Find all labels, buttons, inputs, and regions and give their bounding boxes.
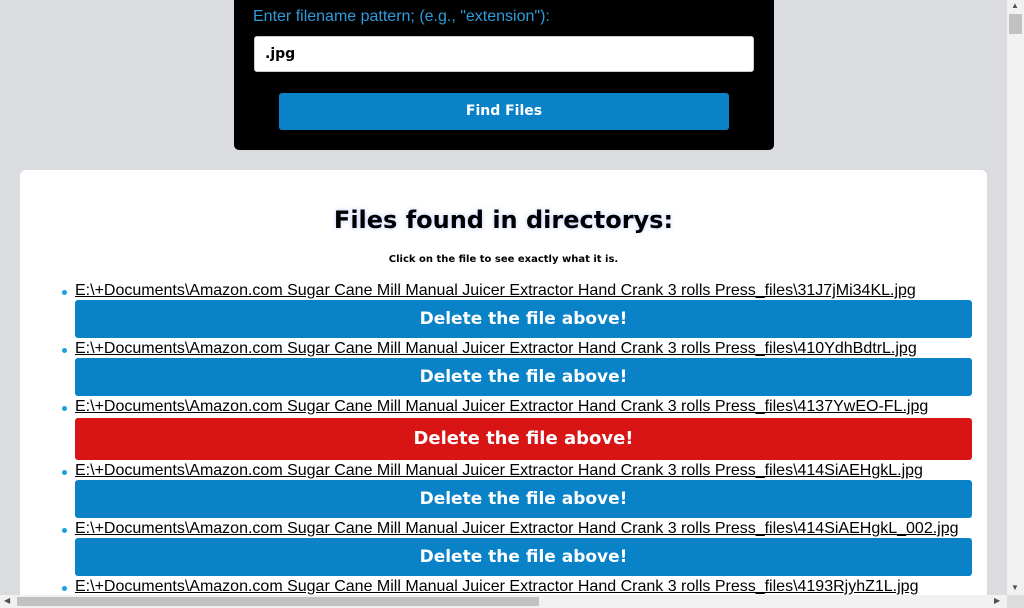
delete-file-button[interactable]: Delete the file above! bbox=[75, 538, 972, 576]
search-label: Enter filename pattern; (e.g., "extensio… bbox=[253, 8, 550, 25]
list-item: E:\+Documents\Amazon.com Sugar Cane Mill… bbox=[20, 578, 987, 595]
list-item: E:\+Documents\Amazon.com Sugar Cane Mill… bbox=[20, 520, 987, 576]
results-hint: Click on the file to see exactly what it… bbox=[388, 254, 619, 265]
scrollbar-corner bbox=[1007, 595, 1024, 608]
file-list: E:\+Documents\Amazon.com Sugar Cane Mill… bbox=[20, 282, 987, 595]
scroll-up-arrow-icon[interactable]: ▲ bbox=[1011, 1, 1019, 11]
list-item: E:\+Documents\Amazon.com Sugar Cane Mill… bbox=[20, 282, 987, 338]
results-title: Files found in directorys: bbox=[333, 206, 674, 234]
file-link[interactable]: E:\+Documents\Amazon.com Sugar Cane Mill… bbox=[75, 398, 987, 416]
file-link[interactable]: E:\+Documents\Amazon.com Sugar Cane Mill… bbox=[75, 282, 987, 300]
scroll-left-arrow-icon[interactable]: ◀ bbox=[4, 596, 10, 606]
scroll-down-arrow-icon[interactable]: ▼ bbox=[1011, 583, 1019, 593]
filename-pattern-input[interactable] bbox=[254, 36, 754, 72]
delete-file-button[interactable]: Delete the file above! bbox=[75, 418, 972, 460]
page-viewport: Enter filename pattern; (e.g., "extensio… bbox=[0, 0, 1007, 595]
list-item: E:\+Documents\Amazon.com Sugar Cane Mill… bbox=[20, 462, 987, 518]
horizontal-scroll-thumb[interactable] bbox=[17, 597, 539, 606]
vertical-scroll-thumb[interactable] bbox=[1009, 14, 1022, 34]
search-panel: Enter filename pattern; (e.g., "extensio… bbox=[234, 0, 774, 150]
file-link[interactable]: E:\+Documents\Amazon.com Sugar Cane Mill… bbox=[75, 340, 987, 358]
vertical-scrollbar[interactable]: ▲ ▼ bbox=[1007, 0, 1024, 595]
list-item: E:\+Documents\Amazon.com Sugar Cane Mill… bbox=[20, 398, 987, 460]
file-link[interactable]: E:\+Documents\Amazon.com Sugar Cane Mill… bbox=[75, 578, 987, 595]
delete-file-button[interactable]: Delete the file above! bbox=[75, 358, 972, 396]
file-link[interactable]: E:\+Documents\Amazon.com Sugar Cane Mill… bbox=[75, 520, 987, 538]
file-link[interactable]: E:\+Documents\Amazon.com Sugar Cane Mill… bbox=[75, 462, 987, 480]
results-card: Files found in directorys: Click on the … bbox=[20, 170, 987, 595]
horizontal-scrollbar[interactable]: ◀ ▶ bbox=[0, 595, 1007, 608]
delete-file-button[interactable]: Delete the file above! bbox=[75, 480, 972, 518]
find-files-button[interactable]: Find Files bbox=[279, 93, 729, 130]
scroll-right-arrow-icon[interactable]: ▶ bbox=[994, 596, 1000, 606]
delete-file-button[interactable]: Delete the file above! bbox=[75, 300, 972, 338]
list-item: E:\+Documents\Amazon.com Sugar Cane Mill… bbox=[20, 340, 987, 396]
